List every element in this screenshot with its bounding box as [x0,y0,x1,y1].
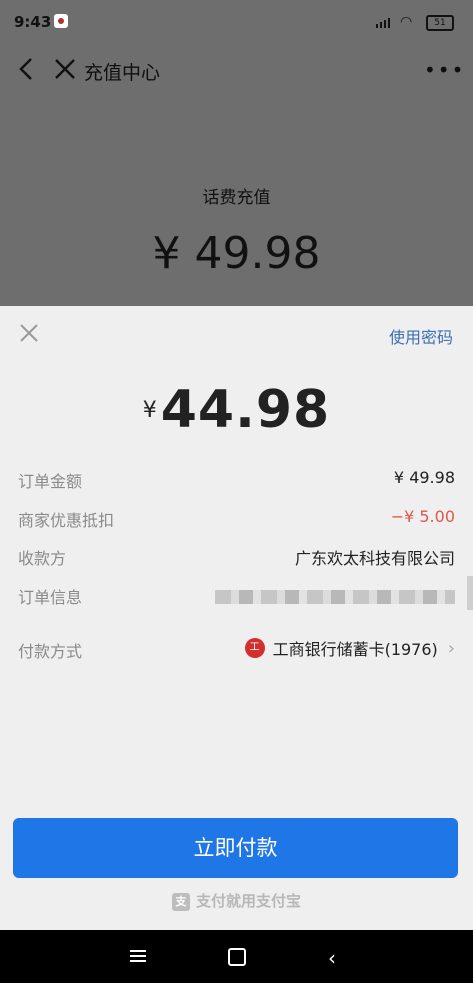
notification-app-icon [54,14,68,28]
row-value: −¥ 5.00 [390,507,455,526]
row-payment-method[interactable]: 付款方式 工 工商银行储蓄卡(1976) › [18,634,455,662]
order-total: ¥ 49.98 [152,228,321,279]
bank-selector[interactable]: 工 工商银行储蓄卡(1976) › [244,634,455,662]
pay-amount: ¥44.98 [0,380,473,440]
row-label: 商家优惠抵扣 [18,511,115,530]
currency-symbol: ¥ [142,397,157,423]
status-time: 9:43 [14,13,52,31]
row-label: 收款方 [18,549,67,568]
blurred-order-info [215,590,455,604]
row-value: ¥ 49.98 [393,468,455,487]
system-back-icon[interactable]: ‹ [328,946,336,970]
nav-title: 充值中心 [84,62,161,84]
chevron-right-icon: › [447,637,455,659]
menu-icon[interactable] [130,950,146,962]
back-icon[interactable] [16,56,38,82]
row-order-info: 订单信息 [18,580,455,608]
brand-slogan: 支付就用支付宝 [195,892,301,910]
wifi-icon: ◠ [400,14,413,30]
battery-icon: 51 [426,15,454,31]
status-bar: 9:43 ◠ 51 [0,0,473,44]
order-name: 话费充值 [202,188,271,208]
top-nav: 充值中心 ••• [0,48,473,92]
more-icon[interactable]: ••• [424,58,465,82]
row-label: 订单信息 [18,588,83,607]
use-password-link[interactable]: 使用密码 [389,324,453,348]
system-nav-bar: ‹ [0,930,473,983]
row-merchant-discount: 商家优惠抵扣 −¥ 5.00 [18,503,455,531]
close-sheet-icon[interactable] [18,322,40,344]
home-icon[interactable] [228,948,246,966]
screen: 9:43 ◠ 51 充值中心 ••• 话费充值 ¥ 49.98 使用密码 ¥44… [0,0,473,930]
close-icon[interactable] [52,56,78,82]
signal-icon [376,18,390,28]
alipay-icon: 支 [171,892,190,911]
pay-amount-value: 44.98 [160,380,331,440]
row-label: 付款方式 [18,642,83,661]
row-payee: 收款方 广东欢太科技有限公司 [18,541,455,569]
pay-now-button[interactable]: 立即付款 [13,818,458,878]
row-order-amount: 订单金额 ¥ 49.98 [18,464,455,492]
alipay-brand: 支支付就用支付宝 [0,890,473,911]
scrollbar[interactable] [467,576,473,610]
icbc-logo-icon: 工 [244,638,265,658]
bank-name: 工商银行储蓄卡(1976) [272,640,438,659]
payment-sheet: 使用密码 ¥44.98 订单金额 ¥ 49.98 商家优惠抵扣 −¥ 5.00 … [0,306,473,930]
row-label: 订单金额 [18,472,83,491]
row-value: 广东欢太科技有限公司 [294,549,455,568]
